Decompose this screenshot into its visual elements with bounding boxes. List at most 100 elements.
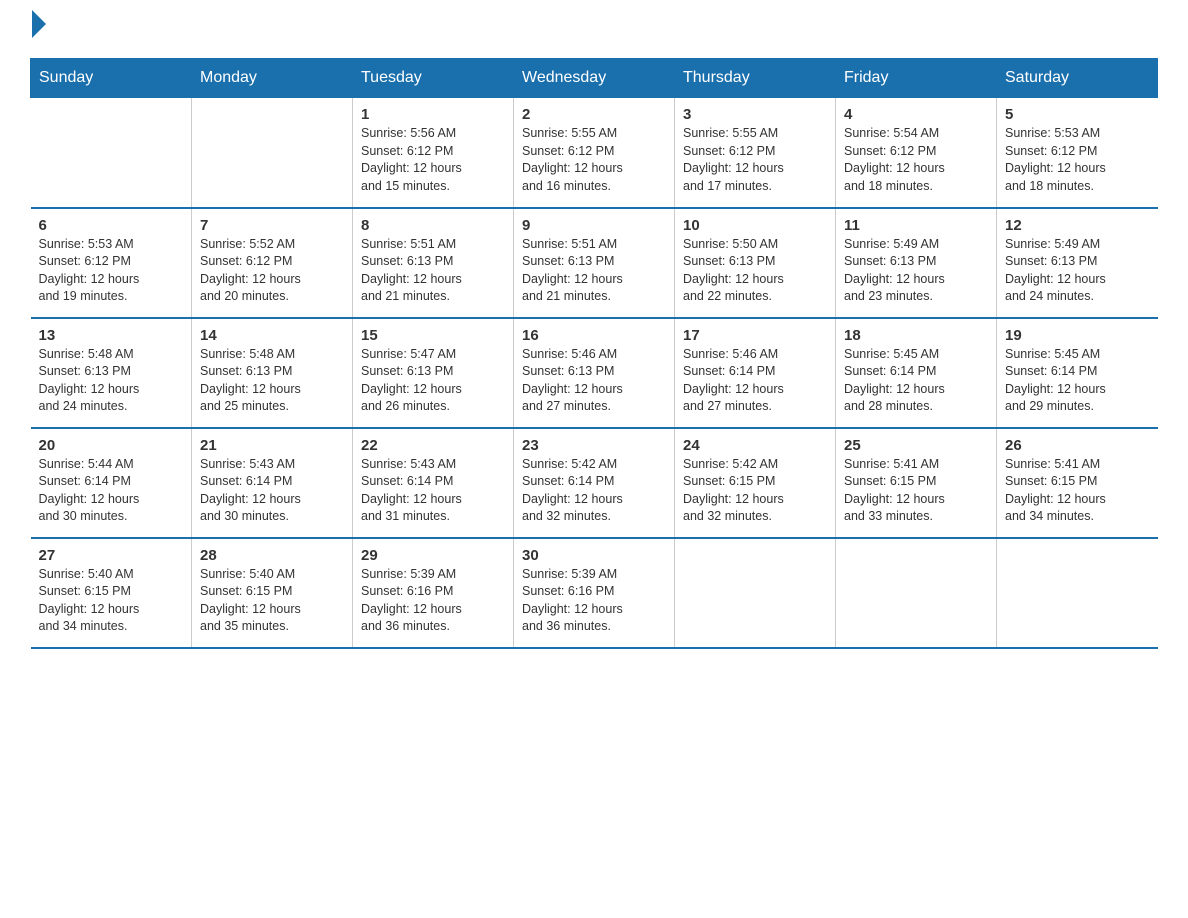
day-info: Sunrise: 5:46 AM Sunset: 6:13 PM Dayligh…: [522, 346, 666, 416]
calendar-cell: [675, 538, 836, 648]
calendar-cell: 23 Sunrise: 5:42 AM Sunset: 6:14 PM Dayli…: [514, 428, 675, 538]
header-monday: Monday: [192, 59, 353, 98]
day-number: 4: [844, 106, 988, 123]
day-info: Sunrise: 5:42 AM Sunset: 6:14 PM Dayligh…: [522, 456, 666, 526]
calendar-week-row: 20 Sunrise: 5:44 AM Sunset: 6:14 PM Dayli…: [31, 428, 1158, 538]
day-number: 16: [522, 327, 666, 344]
calendar-week-row: 6Sunrise: 5:53 AM Sunset: 6:12 PM Daylig…: [31, 208, 1158, 318]
day-info: Sunrise: 5:50 AM Sunset: 6:13 PM Dayligh…: [683, 236, 827, 306]
day-number: 3: [683, 106, 827, 123]
calendar-cell: 15Sunrise: 5:47 AM Sunset: 6:13 PM Dayli…: [353, 318, 514, 428]
day-number: 17: [683, 327, 827, 344]
calendar-cell: 30 Sunrise: 5:39 AM Sunset: 6:16 PM Dayli…: [514, 538, 675, 648]
day-number: 21: [200, 437, 344, 454]
day-number: 10: [683, 217, 827, 234]
calendar-cell: 24 Sunrise: 5:42 AM Sunset: 6:15 PM Dayli…: [675, 428, 836, 538]
calendar-cell: 5 Sunrise: 5:53 AM Sunset: 6:12 PM Daylig…: [997, 98, 1158, 208]
day-info: Sunrise: 5:55 AM Sunset: 6:12 PM Dayligh…: [522, 125, 666, 195]
day-number: 6: [39, 217, 184, 234]
logo-triangle-icon: [32, 10, 46, 38]
day-info: Sunrise: 5:55 AM Sunset: 6:12 PM Dayligh…: [683, 125, 827, 195]
calendar-week-row: 13 Sunrise: 5:48 AM Sunset: 6:13 PM Dayli…: [31, 318, 1158, 428]
calendar-cell: [836, 538, 997, 648]
day-number: 23: [522, 437, 666, 454]
day-info: Sunrise: 5:51 AM Sunset: 6:13 PM Dayligh…: [361, 236, 505, 306]
calendar-cell: 26Sunrise: 5:41 AM Sunset: 6:15 PM Dayli…: [997, 428, 1158, 538]
calendar-cell: 18 Sunrise: 5:45 AM Sunset: 6:14 PM Dayli…: [836, 318, 997, 428]
day-info: Sunrise: 5:45 AM Sunset: 6:14 PM Dayligh…: [844, 346, 988, 416]
day-info: Sunrise: 5:39 AM Sunset: 6:16 PM Dayligh…: [522, 566, 666, 636]
calendar-cell: 16 Sunrise: 5:46 AM Sunset: 6:13 PM Dayli…: [514, 318, 675, 428]
calendar-table: Sunday Monday Tuesday Wednesday Thursday…: [30, 58, 1158, 649]
calendar-cell: 2 Sunrise: 5:55 AM Sunset: 6:12 PM Daylig…: [514, 98, 675, 208]
day-info: Sunrise: 5:42 AM Sunset: 6:15 PM Dayligh…: [683, 456, 827, 526]
calendar-cell: 27 Sunrise: 5:40 AM Sunset: 6:15 PM Dayli…: [31, 538, 192, 648]
calendar-cell: [192, 98, 353, 208]
calendar-cell: [997, 538, 1158, 648]
day-number: 28: [200, 547, 344, 564]
day-number: 18: [844, 327, 988, 344]
page-header: [30, 20, 1158, 38]
day-number: 1: [361, 106, 505, 123]
day-info: Sunrise: 5:45 AM Sunset: 6:14 PM Dayligh…: [1005, 346, 1150, 416]
calendar-cell: 17 Sunrise: 5:46 AM Sunset: 6:14 PM Dayli…: [675, 318, 836, 428]
calendar-cell: 25 Sunrise: 5:41 AM Sunset: 6:15 PM Dayli…: [836, 428, 997, 538]
day-number: 20: [39, 437, 184, 454]
header-friday: Friday: [836, 59, 997, 98]
day-info: Sunrise: 5:48 AM Sunset: 6:13 PM Dayligh…: [200, 346, 344, 416]
calendar-cell: 19 Sunrise: 5:45 AM Sunset: 6:14 PM Dayli…: [997, 318, 1158, 428]
calendar-week-row: 27 Sunrise: 5:40 AM Sunset: 6:15 PM Dayli…: [31, 538, 1158, 648]
calendar-cell: 8 Sunrise: 5:51 AM Sunset: 6:13 PM Daylig…: [353, 208, 514, 318]
calendar-cell: 3 Sunrise: 5:55 AM Sunset: 6:12 PM Daylig…: [675, 98, 836, 208]
day-info: Sunrise: 5:40 AM Sunset: 6:15 PM Dayligh…: [39, 566, 184, 636]
day-info: Sunrise: 5:49 AM Sunset: 6:13 PM Dayligh…: [1005, 236, 1150, 306]
day-number: 8: [361, 217, 505, 234]
day-number: 29: [361, 547, 505, 564]
day-number: 13: [39, 327, 184, 344]
calendar-cell: 11 Sunrise: 5:49 AM Sunset: 6:13 PM Dayli…: [836, 208, 997, 318]
day-info: Sunrise: 5:48 AM Sunset: 6:13 PM Dayligh…: [39, 346, 184, 416]
day-info: Sunrise: 5:54 AM Sunset: 6:12 PM Dayligh…: [844, 125, 988, 195]
day-number: 27: [39, 547, 184, 564]
calendar-cell: [31, 98, 192, 208]
day-number: 2: [522, 106, 666, 123]
calendar-week-row: 1 Sunrise: 5:56 AM Sunset: 6:12 PM Daylig…: [31, 98, 1158, 208]
logo: [30, 20, 46, 38]
day-info: Sunrise: 5:49 AM Sunset: 6:13 PM Dayligh…: [844, 236, 988, 306]
calendar-cell: 22Sunrise: 5:43 AM Sunset: 6:14 PM Dayli…: [353, 428, 514, 538]
day-number: 26: [1005, 437, 1150, 454]
header-saturday: Saturday: [997, 59, 1158, 98]
weekday-header-row: Sunday Monday Tuesday Wednesday Thursday…: [31, 59, 1158, 98]
day-info: Sunrise: 5:47 AM Sunset: 6:13 PM Dayligh…: [361, 346, 505, 416]
calendar-cell: 13 Sunrise: 5:48 AM Sunset: 6:13 PM Dayli…: [31, 318, 192, 428]
day-info: Sunrise: 5:52 AM Sunset: 6:12 PM Dayligh…: [200, 236, 344, 306]
calendar-cell: 6Sunrise: 5:53 AM Sunset: 6:12 PM Daylig…: [31, 208, 192, 318]
day-number: 11: [844, 217, 988, 234]
day-number: 25: [844, 437, 988, 454]
day-number: 24: [683, 437, 827, 454]
header-tuesday: Tuesday: [353, 59, 514, 98]
calendar-cell: 4 Sunrise: 5:54 AM Sunset: 6:12 PM Daylig…: [836, 98, 997, 208]
day-info: Sunrise: 5:46 AM Sunset: 6:14 PM Dayligh…: [683, 346, 827, 416]
calendar-cell: 12Sunrise: 5:49 AM Sunset: 6:13 PM Dayli…: [997, 208, 1158, 318]
header-thursday: Thursday: [675, 59, 836, 98]
calendar-cell: 28Sunrise: 5:40 AM Sunset: 6:15 PM Dayli…: [192, 538, 353, 648]
day-info: Sunrise: 5:51 AM Sunset: 6:13 PM Dayligh…: [522, 236, 666, 306]
day-info: Sunrise: 5:56 AM Sunset: 6:12 PM Dayligh…: [361, 125, 505, 195]
calendar-cell: 7Sunrise: 5:52 AM Sunset: 6:12 PM Daylig…: [192, 208, 353, 318]
calendar-cell: 9 Sunrise: 5:51 AM Sunset: 6:13 PM Daylig…: [514, 208, 675, 318]
day-info: Sunrise: 5:39 AM Sunset: 6:16 PM Dayligh…: [361, 566, 505, 636]
calendar-cell: 29 Sunrise: 5:39 AM Sunset: 6:16 PM Dayli…: [353, 538, 514, 648]
calendar-cell: 1 Sunrise: 5:56 AM Sunset: 6:12 PM Daylig…: [353, 98, 514, 208]
day-number: 19: [1005, 327, 1150, 344]
day-info: Sunrise: 5:43 AM Sunset: 6:14 PM Dayligh…: [200, 456, 344, 526]
day-number: 5: [1005, 106, 1150, 123]
day-info: Sunrise: 5:43 AM Sunset: 6:14 PM Dayligh…: [361, 456, 505, 526]
day-info: Sunrise: 5:44 AM Sunset: 6:14 PM Dayligh…: [39, 456, 184, 526]
header-wednesday: Wednesday: [514, 59, 675, 98]
day-info: Sunrise: 5:41 AM Sunset: 6:15 PM Dayligh…: [844, 456, 988, 526]
day-number: 9: [522, 217, 666, 234]
calendar-cell: 10 Sunrise: 5:50 AM Sunset: 6:13 PM Dayli…: [675, 208, 836, 318]
day-number: 30: [522, 547, 666, 564]
day-info: Sunrise: 5:53 AM Sunset: 6:12 PM Dayligh…: [1005, 125, 1150, 195]
